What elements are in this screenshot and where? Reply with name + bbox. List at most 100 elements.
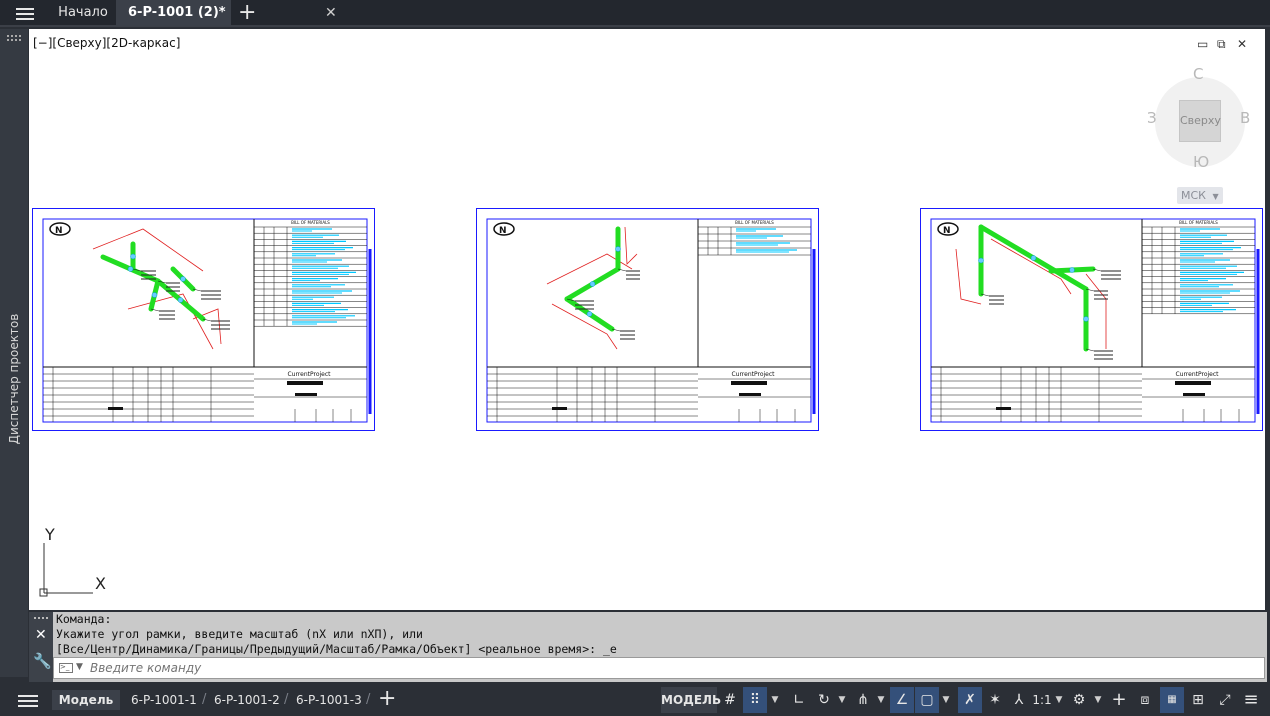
new-tab-button[interactable]: + bbox=[238, 1, 256, 25]
bom-table-header: BILL OF MATERIALS bbox=[1179, 220, 1218, 225]
ucs-axis-icon: Y X bbox=[29, 519, 129, 609]
close-icon[interactable]: ✕ bbox=[35, 627, 47, 643]
units-icon[interactable]: ⊞ bbox=[1186, 687, 1210, 713]
restore-icon[interactable]: ⧉ bbox=[1217, 37, 1226, 52]
layout-list-menu-button[interactable] bbox=[18, 692, 38, 708]
viewcube[interactable]: С Ю З В Сверху МСК ▼ bbox=[1147, 61, 1257, 211]
tab-drawing-label: 6-P-1001 (2)* bbox=[128, 5, 226, 20]
layout-tab-model[interactable]: Модель bbox=[52, 690, 120, 710]
signature-bar bbox=[552, 407, 567, 410]
dimension-line bbox=[127, 293, 214, 350]
command-input[interactable] bbox=[90, 659, 1250, 677]
layout-sheet-3[interactable]: N BILL OF MATERIALS CurrentProject bbox=[920, 208, 1263, 431]
application-menu-button[interactable] bbox=[14, 5, 36, 22]
drawing-number-bar bbox=[1175, 381, 1211, 385]
fitting-marker bbox=[1083, 316, 1089, 322]
chevron-down-icon[interactable]: ▼ bbox=[1092, 687, 1104, 713]
fitting-marker bbox=[586, 311, 593, 317]
tab-start[interactable]: Начало bbox=[52, 0, 114, 26]
project-name: CurrentProject bbox=[287, 371, 331, 378]
company-logo-letter: N bbox=[943, 226, 951, 236]
chevron-down-icon[interactable]: ▼ bbox=[940, 687, 952, 713]
annotation-visibility-icon[interactable]: ✗ bbox=[958, 687, 982, 713]
chevron-down-icon[interactable]: ▼ bbox=[875, 687, 887, 713]
ucs-label: МСК bbox=[1181, 189, 1206, 202]
bom-table-header: BILL OF MATERIALS bbox=[291, 220, 330, 225]
project-manager-label: Диспетчер проектов bbox=[7, 313, 21, 445]
isodraft-icon[interactable]: ⋔ bbox=[851, 687, 875, 713]
layout-sheet-2[interactable]: N BILL OF MATERIALS CurrentProject bbox=[476, 208, 819, 431]
customization-menu-icon[interactable]: ≡ bbox=[1240, 687, 1262, 713]
grid-icon[interactable]: # bbox=[719, 687, 741, 713]
project-name: CurrentProject bbox=[731, 371, 775, 378]
snap-mode-icon[interactable]: ⠿ bbox=[743, 687, 767, 713]
dimension-line bbox=[624, 226, 638, 265]
dimension-line bbox=[92, 228, 204, 272]
fitting-marker bbox=[1069, 267, 1075, 273]
fitting-marker bbox=[589, 281, 596, 287]
auto-scale-icon[interactable]: ✶ bbox=[984, 687, 1006, 713]
viewcube-top-face[interactable]: Сверху bbox=[1179, 100, 1221, 142]
wrench-icon[interactable]: 🔧 bbox=[33, 652, 52, 670]
palette-grip[interactable] bbox=[7, 35, 21, 41]
compass-north[interactable]: С bbox=[1193, 65, 1203, 83]
close-icon[interactable]: ✕ bbox=[325, 0, 337, 26]
annotation-scale-icon[interactable]: ⅄ bbox=[1008, 687, 1030, 713]
signature-bar bbox=[108, 407, 123, 410]
hardware-acceleration-icon[interactable]: ▦ bbox=[1160, 687, 1184, 713]
layout-tab-2[interactable]: 6-P-1001-2 bbox=[214, 690, 280, 710]
scale-readout[interactable]: 1:1 bbox=[1031, 687, 1053, 713]
isolate-objects-icon[interactable]: ⧈ bbox=[1133, 687, 1157, 713]
gear-icon[interactable]: ⚙ bbox=[1068, 687, 1090, 713]
command-input-row: >_ ▼ bbox=[53, 657, 1265, 679]
tab-separator: / bbox=[202, 692, 207, 707]
fitting-marker bbox=[130, 253, 136, 260]
new-layout-button[interactable]: + bbox=[378, 686, 396, 711]
compass-west[interactable]: З bbox=[1147, 109, 1157, 127]
model-space-button[interactable]: МОДЕЛЬ bbox=[661, 687, 721, 713]
layout-sheet-1[interactable]: N BILL OF MATERIALS CurrentProject bbox=[32, 208, 375, 431]
command-line-sidebar: ✕ 🔧 bbox=[29, 612, 53, 682]
signature-bar bbox=[996, 407, 1011, 410]
drawing-canvas[interactable]: [−][Сверху][2D-каркас] ▭ ⧉ ✕ С Ю З В Све… bbox=[29, 29, 1265, 610]
ucs-x-label: X bbox=[95, 574, 106, 593]
fitting-marker bbox=[151, 292, 158, 298]
compass-east[interactable]: В bbox=[1240, 109, 1250, 127]
chevron-down-icon[interactable]: ▼ bbox=[1053, 687, 1065, 713]
fullscreen-icon[interactable]: ⤢ bbox=[1214, 687, 1236, 713]
tab-drawing[interactable]: 6-P-1001 (2)* ✕ bbox=[116, 0, 337, 26]
layout-tab-1[interactable]: 6-P-1001-1 bbox=[131, 690, 197, 710]
object-snap-tracking-icon[interactable]: ∠ bbox=[890, 687, 914, 713]
fitting-marker bbox=[1030, 255, 1037, 261]
command-grip[interactable] bbox=[34, 617, 48, 621]
minimize-icon[interactable]: ▭ bbox=[1197, 37, 1208, 51]
plus-icon[interactable]: + bbox=[1108, 687, 1130, 713]
sheet-number-bar bbox=[739, 393, 761, 396]
drawing-number-bar bbox=[731, 381, 767, 385]
ucs-menu[interactable]: МСК ▼ bbox=[1177, 187, 1223, 204]
command-history-line: Команда: bbox=[56, 612, 112, 626]
chevron-down-icon[interactable]: ▼ bbox=[769, 687, 781, 713]
polar-tracking-icon[interactable]: ↻ bbox=[812, 687, 836, 713]
chevron-down-icon[interactable]: ▼ bbox=[836, 687, 848, 713]
tab-separator: / bbox=[284, 692, 289, 707]
project-manager-palette[interactable]: Диспетчер проектов bbox=[0, 29, 28, 677]
viewport-controls-label[interactable]: [−][Сверху][2D-каркас] bbox=[33, 36, 180, 50]
compass-south[interactable]: Ю bbox=[1193, 153, 1209, 171]
chevron-down-icon: ▼ bbox=[1212, 192, 1219, 201]
ortho-icon[interactable]: ∟ bbox=[787, 687, 811, 713]
object-snap-icon[interactable]: ▢ bbox=[915, 687, 939, 713]
project-name: CurrentProject bbox=[1175, 371, 1219, 378]
ucs-y-label: Y bbox=[45, 525, 55, 544]
dimension-line bbox=[955, 248, 982, 305]
viewport-window-controls: ▭ ⧉ ✕ bbox=[1197, 37, 1257, 51]
command-prompt-icon[interactable]: >_ bbox=[59, 663, 73, 673]
command-history: Команда: Укажите угол рамки, введите мас… bbox=[56, 612, 617, 657]
sheet-number-bar bbox=[1183, 393, 1205, 396]
tab-separator: / bbox=[366, 692, 371, 707]
chevron-down-icon[interactable]: ▼ bbox=[76, 662, 83, 672]
sheet-number-bar bbox=[295, 393, 317, 396]
layout-tab-3[interactable]: 6-P-1001-3 bbox=[296, 690, 362, 710]
close-icon[interactable]: ✕ bbox=[1237, 37, 1247, 51]
dimension-line bbox=[1085, 273, 1107, 349]
